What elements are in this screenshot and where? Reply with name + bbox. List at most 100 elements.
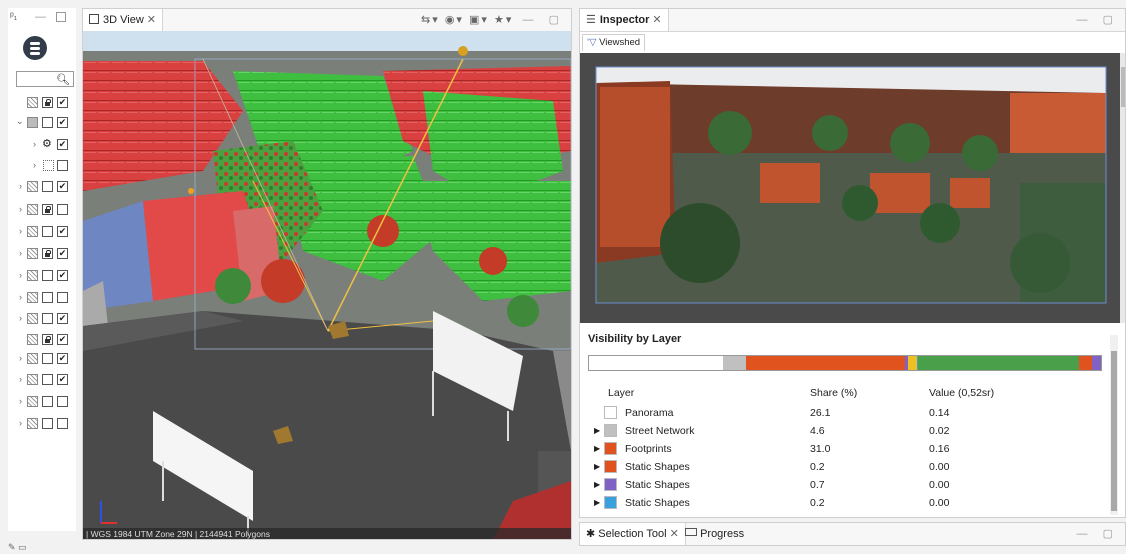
visibility-checkbox[interactable]: ✔ (57, 353, 68, 364)
top-scrollbar[interactable] (1120, 53, 1125, 323)
share-value: 0.7 (810, 479, 825, 491)
layers-icon[interactable] (23, 36, 47, 60)
expand-triangle-icon[interactable]: ▶ (594, 498, 600, 507)
visibility-checkbox[interactable] (57, 292, 68, 303)
table-row[interactable]: ▶ Street Network 4.6 0.02 (588, 423, 1118, 440)
tab-inspector[interactable]: ☰ Inspector ✕ (580, 9, 669, 31)
navigation-icon[interactable]: ⇆▾ (421, 14, 440, 26)
expand-triangle-icon[interactable]: ▶ (594, 444, 600, 453)
visibility-checkbox[interactable]: ✔ (57, 313, 68, 324)
selection-tool-icon: ✱ (586, 528, 596, 540)
visibility-checkbox[interactable]: ✔ (57, 139, 68, 150)
visibility-checkbox[interactable]: ✔ (57, 97, 68, 108)
lock-checkbox[interactable] (42, 226, 53, 237)
expand-triangle-icon[interactable]: ▶ (594, 480, 600, 489)
tab-selection-tool[interactable]: ✱ Selection Tool ✕ (580, 523, 686, 545)
value-value: 0.00 (929, 497, 950, 509)
expand-arrow-icon[interactable]: › (19, 181, 22, 191)
expand-arrow-icon[interactable]: › (19, 418, 22, 428)
lock-toggle[interactable] (42, 248, 53, 259)
cube-icon (89, 14, 99, 24)
visibility-section: Visibility by Layer Layer Share (%) Valu… (580, 325, 1120, 517)
visibility-checkbox[interactable]: ✔ (57, 248, 68, 259)
tab-selection-tool-label: Selection Tool (598, 528, 667, 540)
visibility-checkbox[interactable]: ✔ (57, 334, 68, 345)
column-header: Value (0,52sr) (929, 387, 995, 399)
expand-arrow-icon[interactable]: › (19, 353, 22, 363)
expand-triangle-icon[interactable]: ▶ (594, 462, 600, 471)
tab-3d-view[interactable]: 3D View ✕ (83, 9, 163, 31)
maximize-icon[interactable] (56, 12, 66, 22)
lock-checkbox[interactable] (42, 292, 53, 303)
lock-toggle[interactable] (42, 204, 53, 215)
scrollbar[interactable] (1110, 335, 1118, 515)
visibility-bar-segment (1091, 356, 1101, 370)
table-row[interactable]: ▶ Static Shapes 0.7 0.00 (588, 477, 1118, 494)
visibility-checkbox[interactable]: ✔ (57, 374, 68, 385)
lock-checkbox[interactable] (42, 270, 53, 281)
expand-arrow-icon[interactable]: › (19, 248, 22, 258)
tab-3d-view-label: 3D View (103, 14, 144, 26)
expand-arrow-icon[interactable]: › (33, 160, 36, 170)
hatch-icon (27, 292, 38, 303)
status-window-icon[interactable]: ▭ (18, 542, 27, 552)
status-tool-icon[interactable]: ✎ (8, 542, 16, 552)
expand-arrow-icon[interactable]: › (19, 292, 22, 302)
expand-arrow-icon[interactable]: › (19, 204, 22, 214)
close-icon[interactable]: ✕ (670, 528, 679, 540)
table-row[interactable]: ▶ Static Shapes 0.2 0.00 (588, 459, 1118, 476)
expand-arrow-icon[interactable]: ⌄ (16, 116, 24, 127)
lock-toggle[interactable] (42, 334, 53, 345)
visibility-checkbox[interactable]: ✔ (57, 226, 68, 237)
visibility-checkbox[interactable] (57, 418, 68, 429)
inspector-window-buttons[interactable]: — ▢ (1077, 13, 1119, 26)
view-toolbar: ⇆▾ ◉▾ ▣▾ ★▾ (421, 13, 513, 26)
visibility-checkbox[interactable]: ✔ (57, 181, 68, 192)
visibility-checkbox[interactable]: ✔ (57, 117, 68, 128)
camera-icon[interactable]: ◉▾ (445, 14, 464, 26)
close-icon[interactable]: ✕ (147, 14, 156, 26)
table-row[interactable]: ▶ Footprints 31.0 0.16 (588, 441, 1118, 458)
lock-checkbox[interactable] (42, 396, 53, 407)
expand-arrow-icon[interactable]: › (19, 374, 22, 384)
lock-checkbox[interactable] (42, 313, 53, 324)
column-header: Layer (608, 387, 635, 399)
visibility-checkbox[interactable] (57, 204, 68, 215)
table-row[interactable]: Panorama 26.1 0.14 (588, 405, 1118, 422)
expand-triangle-icon[interactable]: ▶ (594, 426, 600, 435)
lock-checkbox[interactable] (42, 418, 53, 429)
expand-arrow-icon[interactable]: › (33, 139, 36, 149)
expand-arrow-icon[interactable]: › (19, 270, 22, 280)
render-icon[interactable]: ▣▾ (469, 14, 489, 26)
minimize-icon[interactable]: — (35, 11, 46, 23)
table-row[interactable]: ▶ Static Shapes 0.2 0.00 (588, 495, 1118, 512)
close-icon[interactable]: ✕ (652, 14, 661, 26)
hatch-icon (27, 181, 38, 192)
expand-arrow-icon[interactable]: › (19, 226, 22, 236)
3d-viewport[interactable]: | WGS 1984 UTM Zone 29N | 2144941 Polygo… (83, 31, 571, 539)
lock-toggle[interactable] (42, 97, 53, 108)
visibility-bar-segment (1078, 356, 1092, 370)
expand-arrow-icon[interactable]: › (19, 396, 22, 406)
bookmark-star-icon[interactable]: ★▾ (494, 14, 513, 26)
value-value: 0.00 (929, 479, 950, 491)
layer-name: Static Shapes (625, 479, 690, 491)
hatch-icon (27, 270, 38, 281)
layer-search-input[interactable]: 🔍︎ (16, 71, 74, 87)
color-swatch (604, 460, 617, 473)
hatch-icon (27, 418, 38, 429)
lock-checkbox[interactable] (42, 374, 53, 385)
bottom-window-buttons[interactable]: — ▢ (1077, 527, 1119, 540)
visibility-checkbox[interactable] (57, 160, 68, 171)
tab-progress[interactable]: Progress (679, 523, 750, 545)
lock-checkbox[interactable] (42, 117, 53, 128)
visibility-checkbox[interactable] (57, 396, 68, 407)
lock-checkbox[interactable] (42, 353, 53, 364)
scrollbar-thumb[interactable] (1111, 351, 1117, 511)
tab-viewshed[interactable]: ‘▽ Viewshed (582, 34, 646, 51)
expand-arrow-icon[interactable]: › (19, 313, 22, 323)
visibility-checkbox[interactable]: ✔ (57, 270, 68, 281)
color-swatch (604, 478, 617, 491)
lock-checkbox[interactable] (42, 181, 53, 192)
view3d-window-buttons[interactable]: — ▢ (523, 13, 565, 26)
